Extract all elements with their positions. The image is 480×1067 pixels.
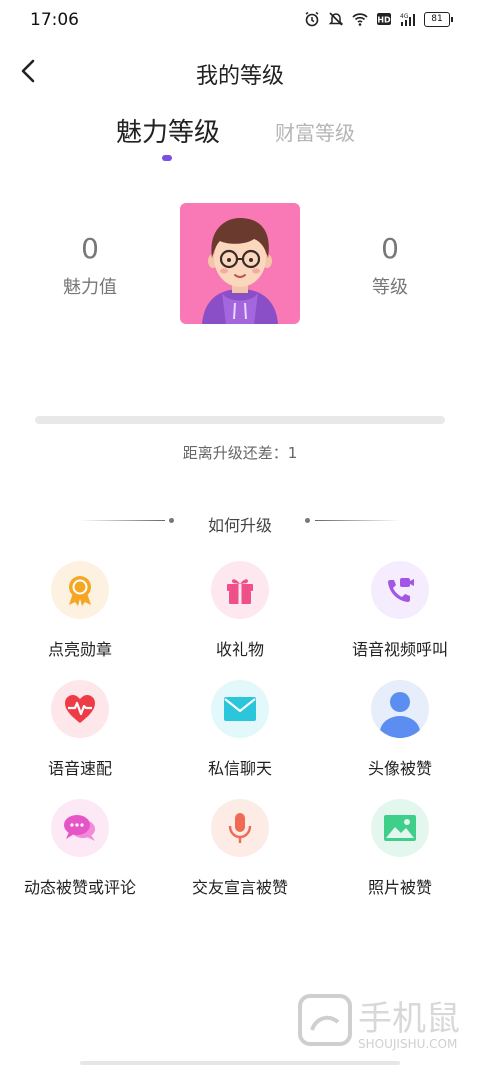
item-voice-video-call[interactable]: 语音视频呼叫 xyxy=(320,561,480,681)
level-value: 0 xyxy=(381,232,399,265)
svg-text:HD: HD xyxy=(377,16,391,25)
battery-level: 81 xyxy=(431,13,443,24)
item-label: 收礼物 xyxy=(215,640,264,659)
tab-wealth-level[interactable]: 财富等级 xyxy=(275,117,355,146)
level-label: 等级 xyxy=(372,277,408,298)
chat-bubble-icon-bg xyxy=(51,799,109,857)
item-label: 交友宣言被赞 xyxy=(191,878,288,897)
item-label: 语音视频呼叫 xyxy=(351,640,448,659)
item-light-medal[interactable]: 点亮勋章 xyxy=(0,561,160,681)
divider-dot-right xyxy=(305,518,310,523)
microphone-icon xyxy=(228,813,252,843)
image-icon xyxy=(384,815,416,841)
charm-value: 0 xyxy=(81,232,99,265)
mail-icon-bg xyxy=(211,680,269,738)
item-receive-gift[interactable]: 收礼物 xyxy=(160,561,320,681)
svg-text:手机鼠: 手机鼠 xyxy=(358,999,460,1039)
page-title: 我的等级 xyxy=(195,64,284,89)
hd-icon: HD xyxy=(377,13,391,25)
item-photo-liked[interactable]: 照片被赞 xyxy=(320,799,480,919)
svg-text:SHOUJISHU.COM: SHOUJISHU.COM xyxy=(358,1037,457,1051)
item-private-chat[interactable]: 私信聊天 xyxy=(160,680,320,800)
image-icon-bg xyxy=(371,799,429,857)
mail-icon xyxy=(224,697,256,721)
user-icon-bg xyxy=(371,680,429,738)
charm-label: 魅力值 xyxy=(63,277,117,298)
wifi-icon xyxy=(352,13,368,26)
tab-charm-level[interactable]: 魅力等级 xyxy=(116,112,220,149)
item-declaration-liked[interactable]: 交友宣言被赞 xyxy=(160,799,320,919)
item-label: 私信聊天 xyxy=(207,759,272,778)
section-title: 如何升级 xyxy=(207,516,272,535)
status-time: 17:06 xyxy=(30,10,79,30)
home-indicator xyxy=(80,1061,400,1065)
user-icon xyxy=(380,692,420,738)
microphone-icon-bg xyxy=(211,799,269,857)
heartbeat-icon-bg xyxy=(51,680,109,738)
svg-text:4G: 4G xyxy=(400,13,409,20)
watermark-logo: 手机鼠 SHOUJISHU.COM xyxy=(298,994,460,1051)
avatar-illustration xyxy=(202,217,278,324)
item-label: 语音速配 xyxy=(47,759,112,778)
gift-icon xyxy=(227,579,253,604)
phone-video-icon xyxy=(388,578,414,602)
status-icons: HD 4G 81 xyxy=(304,11,453,27)
item-label: 动态被赞或评论 xyxy=(23,878,136,897)
divider-right xyxy=(315,520,400,521)
alarm-icon xyxy=(305,11,319,27)
remaining-to-upgrade: 距离升级还差：1 xyxy=(182,444,298,462)
item-label: 点亮勋章 xyxy=(47,640,112,659)
item-avatar-liked[interactable]: 头像被赞 xyxy=(320,680,480,800)
tab-indicator xyxy=(162,155,172,161)
progress-bar xyxy=(35,416,445,424)
item-post-liked-or-commented[interactable]: 动态被赞或评论 xyxy=(0,799,160,919)
chat-bubble-icon xyxy=(64,815,95,841)
phone-video-icon-bg xyxy=(371,561,429,619)
battery-icon: 81 xyxy=(424,11,453,27)
medal-icon-bg xyxy=(51,561,109,619)
item-voice-match[interactable]: 语音速配 xyxy=(0,680,160,800)
medal-icon xyxy=(69,576,91,606)
avatar xyxy=(180,203,300,324)
gift-icon-bg xyxy=(211,561,269,619)
item-label: 照片被赞 xyxy=(367,878,432,897)
mute-icon xyxy=(328,12,344,26)
item-label: 头像被赞 xyxy=(367,759,432,778)
heartbeat-icon xyxy=(65,695,95,723)
signal-4g-icon: 4G xyxy=(400,13,415,26)
